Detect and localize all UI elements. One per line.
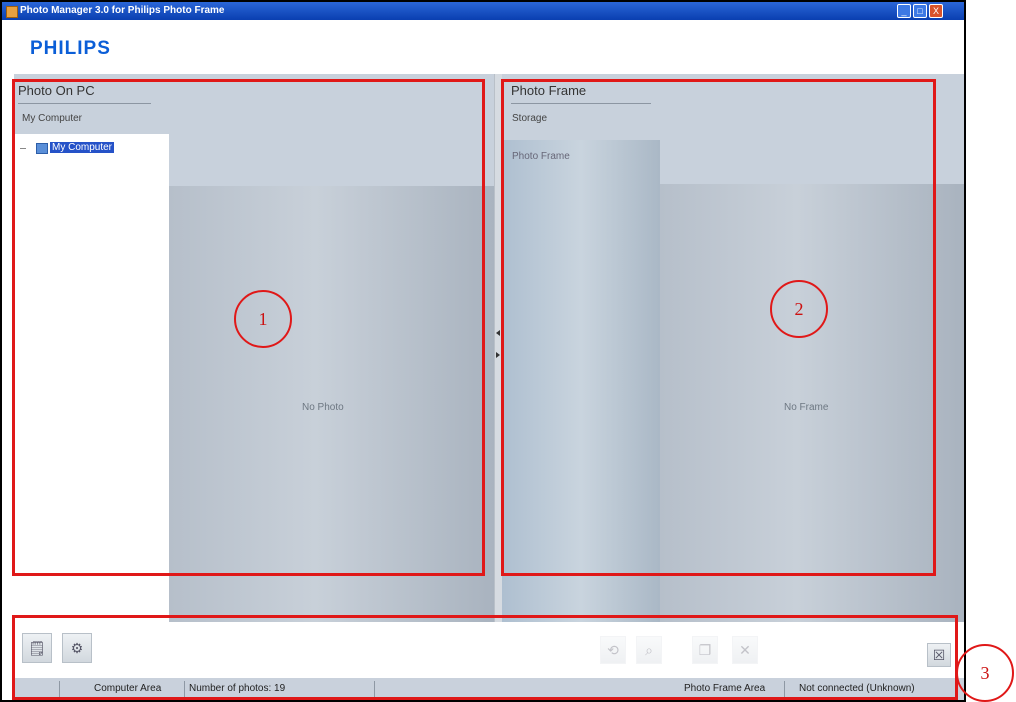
annotation-box-3 — [12, 615, 958, 700]
minimize-button[interactable]: _ — [897, 4, 911, 18]
annotation-marker-2: 2 — [770, 280, 828, 338]
maximize-button[interactable]: □ — [913, 4, 927, 18]
philips-logo: PHILIPS — [30, 38, 111, 59]
annotation-box-2 — [501, 79, 936, 576]
collapse-left-arrow[interactable] — [496, 330, 500, 336]
title-bar[interactable]: Photo Manager 3.0 for Philips Photo Fram… — [2, 2, 964, 20]
window-title: Photo Manager 3.0 for Philips Photo Fram… — [20, 5, 225, 16]
annotation-marker-1: 1 — [234, 290, 292, 348]
annotation-marker-3: 3 — [956, 644, 1014, 702]
collapse-right-arrow[interactable] — [496, 352, 500, 358]
app-icon — [6, 6, 18, 18]
brand-bar: PHILIPS — [2, 20, 964, 72]
close-button[interactable]: X — [929, 4, 943, 18]
